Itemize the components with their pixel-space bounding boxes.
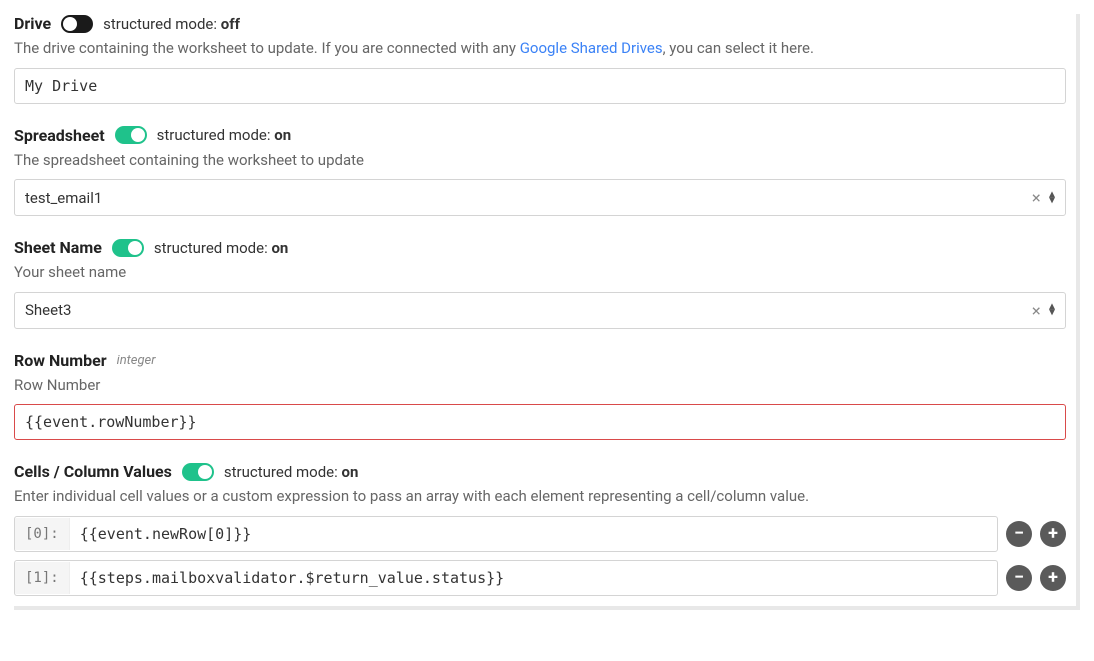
row-type-tag: integer — [117, 353, 156, 368]
drive-mode-text: structured mode: off — [103, 15, 240, 33]
row-label: Row Number — [14, 351, 107, 370]
cell-value: {{steps.mailboxvalidator.$return_value.s… — [70, 561, 997, 595]
spreadsheet-toggle[interactable] — [115, 126, 147, 144]
cell-row: [0]: {{event.newRow[0]}} — [14, 516, 1066, 552]
cells-mode-text: structured mode: on — [224, 463, 358, 481]
row-input[interactable]: {{event.rowNumber}} — [14, 404, 1066, 440]
spreadsheet-header: Spreadsheet structured mode: on — [14, 126, 1066, 145]
spreadsheet-mode-text: structured mode: on — [157, 126, 291, 144]
add-cell-button[interactable] — [1040, 565, 1066, 591]
spreadsheet-section: Spreadsheet structured mode: on The spre… — [14, 126, 1066, 217]
cells-toggle[interactable] — [182, 463, 214, 481]
cell-input-0[interactable]: [0]: {{event.newRow[0]}} — [14, 516, 998, 552]
add-cell-button[interactable] — [1040, 521, 1066, 547]
row-header: Row Number integer — [14, 351, 1066, 370]
cells-label: Cells / Column Values — [14, 462, 172, 481]
cell-row: [1]: {{steps.mailboxvalidator.$return_va… — [14, 560, 1066, 596]
spreadsheet-dropdown-icon[interactable]: ▲▼ — [1049, 192, 1055, 204]
remove-cell-button[interactable] — [1006, 565, 1032, 591]
spreadsheet-label: Spreadsheet — [14, 126, 105, 145]
sheet-toggle[interactable] — [112, 239, 144, 257]
cell-input-1[interactable]: [1]: {{steps.mailboxvalidator.$return_va… — [14, 560, 998, 596]
cell-value: {{event.newRow[0]}} — [70, 517, 997, 551]
sheet-label: Sheet Name — [14, 238, 102, 257]
drive-label: Drive — [14, 14, 51, 33]
sheet-description: Your sheet name — [14, 261, 1066, 284]
cells-description: Enter individual cell values or a custom… — [14, 485, 1066, 508]
shared-drives-link[interactable]: Google Shared Drives — [520, 39, 663, 57]
sheet-dropdown-icon[interactable]: ▲▼ — [1049, 304, 1055, 316]
sheet-mode-text: structured mode: on — [154, 239, 288, 257]
cells-header: Cells / Column Values structured mode: o… — [14, 462, 1066, 481]
drive-section: Drive structured mode: off The drive con… — [14, 14, 1066, 104]
row-section: Row Number integer Row Number {{event.ro… — [14, 351, 1066, 441]
drive-input[interactable]: My Drive — [14, 68, 1066, 104]
sheet-clear-icon[interactable]: × — [1031, 301, 1041, 320]
cells-section: Cells / Column Values structured mode: o… — [14, 462, 1066, 596]
sheet-input[interactable]: Sheet3 × ▲▼ — [14, 292, 1066, 329]
row-description: Row Number — [14, 374, 1066, 397]
drive-toggle[interactable] — [61, 15, 93, 33]
drive-description: The drive containing the worksheet to up… — [14, 37, 1066, 60]
cell-index-label: [1]: — [15, 562, 70, 594]
spreadsheet-input[interactable]: test_email1 × ▲▼ — [14, 179, 1066, 216]
remove-cell-button[interactable] — [1006, 521, 1032, 547]
sheet-section: Sheet Name structured mode: on Your shee… — [14, 238, 1066, 329]
spreadsheet-description: The spreadsheet containing the worksheet… — [14, 149, 1066, 172]
drive-header: Drive structured mode: off — [14, 14, 1066, 33]
cell-index-label: [0]: — [15, 518, 70, 550]
sheet-header: Sheet Name structured mode: on — [14, 238, 1066, 257]
spreadsheet-clear-icon[interactable]: × — [1031, 188, 1041, 207]
